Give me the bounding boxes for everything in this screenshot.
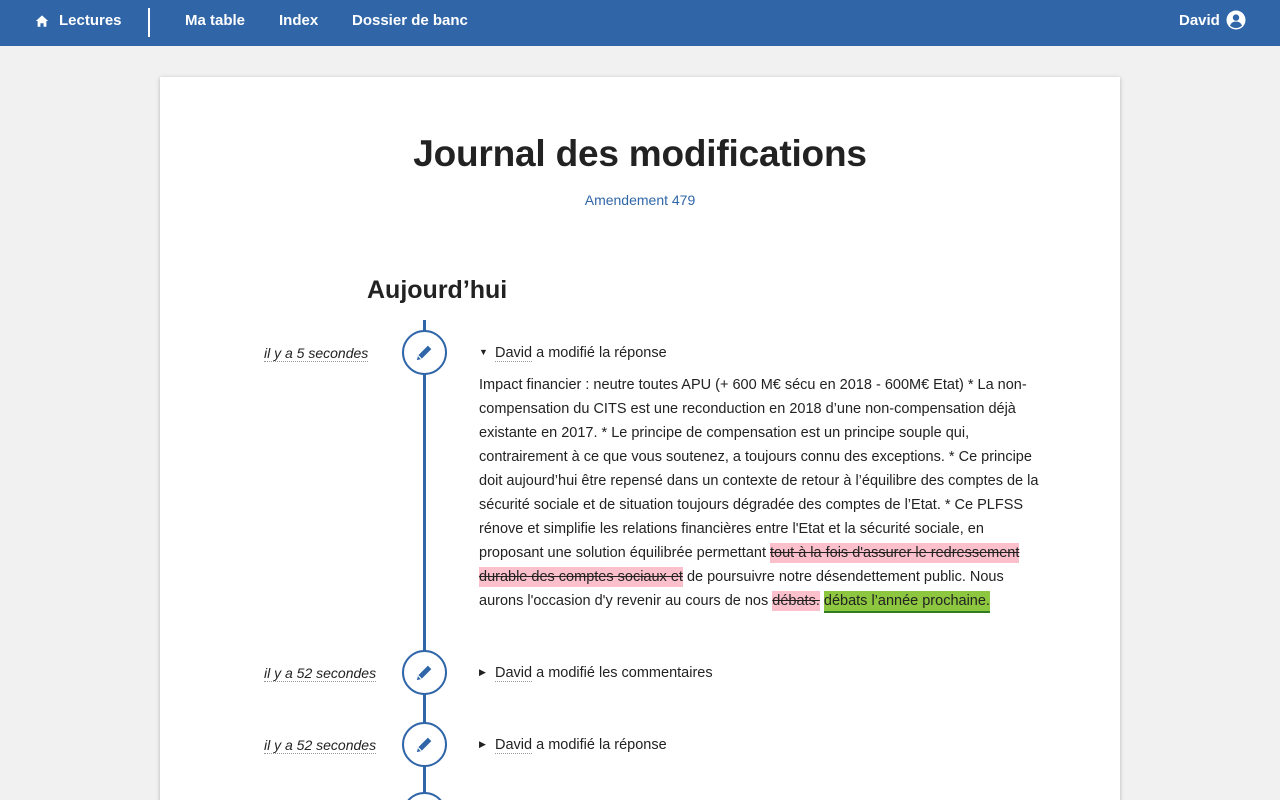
user-circle-icon[interactable] xyxy=(1226,10,1246,30)
page-title: Journal des modifications xyxy=(413,133,867,174)
nav-ma-table[interactable]: Ma table xyxy=(185,0,245,42)
caret-down-icon: ▼ xyxy=(479,347,488,357)
entry-time: il y a 5 secondes xyxy=(264,345,369,362)
entry-icon-circle xyxy=(402,792,447,800)
pencil-icon xyxy=(416,345,432,361)
diff-unchanged-text: Impact financier : neutre toutes APU (+ … xyxy=(479,377,1039,561)
entry-icon-circle xyxy=(402,330,447,375)
entry-icon-circle xyxy=(402,650,447,695)
entry-summary-toggle[interactable]: ▶ David a modifié les commentaires xyxy=(479,665,713,682)
entry-icon-circle xyxy=(402,722,447,767)
entry-summary-toggle[interactable]: ▶ David a modifié la réponse xyxy=(479,737,667,754)
entry-author: David xyxy=(495,737,533,754)
entry-author: David xyxy=(495,345,533,362)
entry-action: a modifié la réponse xyxy=(532,345,667,361)
entry-summary-toggle[interactable]: ▼ David a modifié la réponse xyxy=(479,345,667,362)
entry-action: a modifié la réponse xyxy=(532,737,667,753)
diff-content: Impact financier : neutre toutes APU (+ … xyxy=(479,373,1051,613)
nav-index[interactable]: Index xyxy=(279,0,318,42)
nav-dossier-de-banc[interactable]: Dossier de banc xyxy=(352,0,468,42)
user-name[interactable]: David xyxy=(1179,0,1220,42)
diff-deletion: débats. xyxy=(772,591,820,611)
section-heading-today: Aujourd’hui xyxy=(367,276,508,304)
main-card: Journal des modifications Amendement 479… xyxy=(160,77,1120,800)
nav-lectures[interactable]: Lectures xyxy=(59,0,122,42)
top-navbar: Lectures Ma table Index Dossier de banc … xyxy=(0,0,1280,46)
entry-action: a modifié les commentaires xyxy=(532,665,713,681)
caret-right-icon: ▶ xyxy=(479,667,486,677)
entry-time: il y a 52 secondes xyxy=(264,737,377,754)
amendment-link[interactable]: Amendement 479 xyxy=(160,192,1120,208)
home-icon[interactable] xyxy=(35,14,49,28)
pencil-icon xyxy=(416,737,432,753)
diff-insertion: débats l’année prochaine. xyxy=(823,591,990,613)
nav-separator xyxy=(148,8,150,37)
pencil-icon xyxy=(416,665,432,681)
entry-time: il y a 52 secondes xyxy=(264,665,377,682)
caret-right-icon: ▶ xyxy=(479,739,486,749)
entry-author: David xyxy=(495,665,533,682)
